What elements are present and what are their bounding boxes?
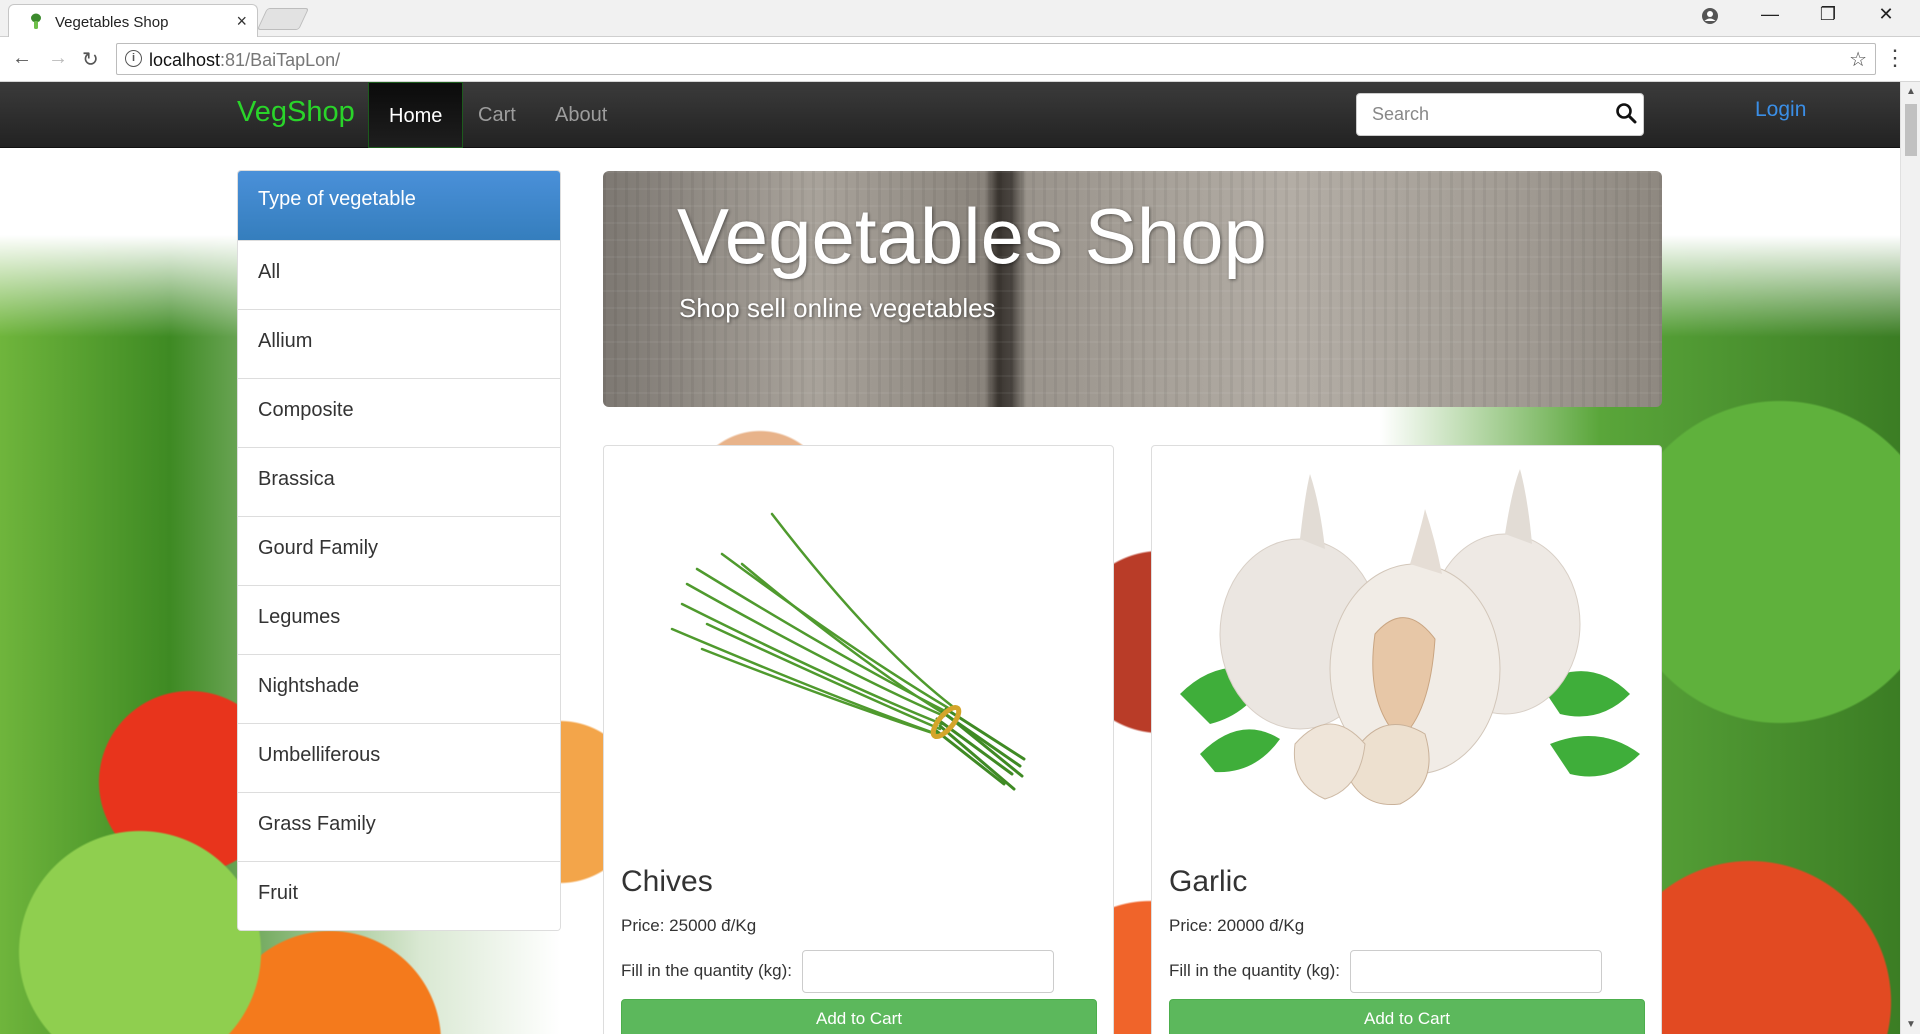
search-icon[interactable] <box>1615 102 1637 124</box>
profile-icon[interactable] <box>1690 4 1730 30</box>
product-name: Garlic <box>1169 865 1248 898</box>
sidebar-item-gourd-family[interactable]: Gourd Family <box>238 516 560 585</box>
sidebar-header: Type of vegetable <box>238 171 560 240</box>
nav-cart[interactable]: Cart <box>458 82 536 148</box>
browser-menu-icon[interactable]: ⋮ <box>1884 45 1906 71</box>
forward-arrow-icon[interactable]: → <box>48 47 68 70</box>
product-price: Price: 25000 đ/Kg <box>621 916 757 935</box>
sidebar-item-fruit[interactable]: Fruit <box>238 861 560 930</box>
add-to-cart-button[interactable]: Add to Cart <box>621 999 1097 1034</box>
url-text[interactable]: localhost:81/BaiTapLon/ <box>149 50 340 71</box>
tab-close-icon[interactable]: × <box>236 11 247 32</box>
garlic-image <box>1160 454 1653 834</box>
scrollbar-thumb[interactable] <box>1905 104 1917 156</box>
search-form <box>1356 93 1644 136</box>
minimize-icon[interactable]: — <box>1750 4 1790 25</box>
address-bar[interactable]: i localhost:81/BaiTapLon/ ☆ <box>116 43 1876 75</box>
bookmark-star-icon[interactable]: ☆ <box>1849 47 1867 72</box>
product-card: Garlic Price: 20000 đ/Kg Fill in the qua… <box>1151 445 1662 1034</box>
category-sidebar: Type of vegetable All Allium Composite B… <box>237 170 561 931</box>
page-viewport: VegShop Home Cart About Login Type of ve… <box>0 82 1900 1034</box>
sidebar-item-nightshade[interactable]: Nightshade <box>238 654 560 723</box>
info-icon[interactable]: i <box>125 50 142 67</box>
quantity-label: Fill in the quantity (kg): <box>621 961 793 980</box>
site-navbar: VegShop Home Cart About Login <box>0 82 1900 148</box>
browser-tabstrip: Vegetables Shop × — ❐ ✕ <box>0 0 1920 37</box>
nav-about[interactable]: About <box>535 82 627 148</box>
hero-subtitle: Shop sell online vegetables <box>679 293 996 323</box>
product-price: Price: 20000 đ/Kg <box>1169 916 1305 935</box>
search-input[interactable] <box>1358 95 1608 134</box>
reload-icon[interactable]: ↻ <box>82 47 99 72</box>
hero-banner: Vegetables Shop Shop sell online vegetab… <box>603 171 1662 407</box>
sidebar-item-legumes[interactable]: Legumes <box>238 585 560 654</box>
tab-title: Vegetables Shop <box>55 14 169 31</box>
brand-logo-link[interactable]: VegShop <box>237 96 355 129</box>
login-link[interactable]: Login <box>1755 98 1806 122</box>
scroll-down-arrow-icon[interactable]: ▼ <box>1906 1019 1916 1030</box>
sidebar-item-composite[interactable]: Composite <box>238 378 560 447</box>
new-tab-button[interactable] <box>256 8 310 30</box>
browser-tab[interactable]: Vegetables Shop × <box>8 4 258 37</box>
hero-title: Vegetables Shop <box>677 192 1267 280</box>
url-path: :81/BaiTapLon/ <box>220 50 341 70</box>
product-card: Chives Price: 25000 đ/Kg Fill in the qua… <box>603 445 1114 1034</box>
vegetable-favicon-icon <box>31 13 41 29</box>
sidebar-item-all[interactable]: All <box>238 240 560 309</box>
restore-icon[interactable]: ❐ <box>1808 4 1848 25</box>
nav-home[interactable]: Home <box>368 82 464 148</box>
quantity-input[interactable] <box>1350 950 1602 993</box>
page-scrollbar[interactable]: ▲ ▼ <box>1900 82 1920 1034</box>
chives-image <box>612 454 1105 834</box>
sidebar-item-allium[interactable]: Allium <box>238 309 560 378</box>
sidebar-item-brassica[interactable]: Brassica <box>238 447 560 516</box>
url-host: localhost <box>149 50 221 70</box>
product-name: Chives <box>621 865 713 898</box>
add-to-cart-button[interactable]: Add to Cart <box>1169 999 1645 1034</box>
quantity-input[interactable] <box>802 950 1054 993</box>
sidebar-item-umbelliferous[interactable]: Umbelliferous <box>238 723 560 792</box>
scroll-up-arrow-icon[interactable]: ▲ <box>1906 86 1916 97</box>
browser-toolbar: ← → ↻ i localhost:81/BaiTapLon/ ☆ ⋮ <box>0 37 1920 82</box>
back-arrow-icon[interactable]: ← <box>12 47 32 70</box>
close-window-icon[interactable]: ✕ <box>1866 4 1906 25</box>
sidebar-item-grass-family[interactable]: Grass Family <box>238 792 560 861</box>
quantity-label: Fill in the quantity (kg): <box>1169 961 1341 980</box>
